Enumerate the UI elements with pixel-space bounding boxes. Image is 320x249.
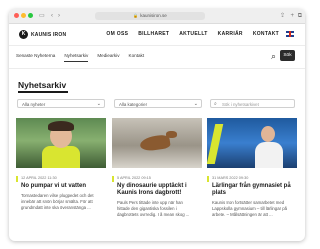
chevron-down-icon: ⌄ [96, 101, 101, 107]
subnav-item-senaste[interactable]: Senaste Nyheterna [16, 53, 55, 62]
news-card[interactable]: 5 APRIL 2022 09:15 Ny dinosaurie upptäck… [112, 118, 202, 241]
menu-item-billharet[interactable]: BILLHARET [138, 31, 169, 37]
filter-bar: Alla nyheter ⌄ Alla kategorier ⌄ ⌕ Sök i ny… [9, 99, 305, 109]
url-text: kaunisiron.se [140, 13, 167, 18]
menu-item-aktuellt[interactable]: AKTUELLT [179, 31, 207, 37]
add-tab-icon[interactable]: + [290, 12, 294, 20]
forward-icon[interactable]: › [58, 12, 60, 20]
chevron-down-icon: ⌄ [193, 101, 198, 107]
news-card-title[interactable]: No pumpar vi ut vatten [16, 180, 106, 190]
dinosaur-head-shape [166, 131, 177, 138]
menu-item-karriar[interactable]: KARRIÄR [218, 31, 243, 37]
person-face [261, 126, 275, 142]
address-bar[interactable]: 🔒 kaunisiron.se [95, 12, 205, 20]
lock-icon: 🔒 [133, 13, 139, 18]
find-button[interactable]: Sök [280, 50, 295, 61]
accent-stripe [207, 124, 224, 164]
news-card-title[interactable]: Ny dinosaurie upptäckt i Kaunis Irons da… [112, 180, 202, 197]
browser-window: ▭ ‹ › 🔒 kaunisiron.se ⇪ + ⧉ K KAUNIS IRON… [9, 9, 305, 241]
subnav-item-kontakt[interactable]: Kontakt [129, 53, 145, 62]
news-card-date: 12 APRIL 2022 11:30 [21, 176, 57, 180]
language-flag-icon[interactable] [286, 31, 294, 37]
news-card-date: 31 MARS 2022 09:30 [212, 176, 249, 180]
news-type-value: Alla nyheter [22, 102, 46, 107]
news-card-excerpt: Tornastedaren vilse plugpedet och det in… [21, 193, 94, 210]
category-value: Alla kategorier [119, 102, 148, 107]
news-type-select[interactable]: Alla nyheter ⌄ [17, 99, 105, 108]
title-underline [18, 91, 68, 93]
subnav-item-nyhetsarkiv[interactable]: Nyhetsarkiv [64, 53, 89, 62]
news-card[interactable]: 31 MARS 2022 09:30 Lärlingar från gymnas… [207, 118, 297, 241]
archive-search-input[interactable]: ⌕ Sök i nyhetsarkivet [210, 99, 295, 108]
person-hair [48, 121, 74, 131]
sidebar-toggle-icon[interactable]: ▭ [39, 12, 45, 20]
news-card-date: 5 APRIL 2022 09:15 [117, 176, 151, 180]
menu-item-kontakt[interactable]: KONTAKT [253, 31, 279, 37]
maximize-window-button[interactable] [28, 13, 33, 18]
category-select[interactable]: Alla kategorier ⌄ [114, 99, 202, 108]
menu-item-om-oss[interactable]: OM OSS [106, 31, 128, 37]
news-card-excerpt: Kaunis Iron fortsätter samarbetet med La… [212, 200, 287, 217]
search-icon: ⌕ [214, 101, 217, 107]
subnav-item-mediearkiv[interactable]: Mediearkiv [97, 53, 119, 62]
logo-text: KAUNIS IRON [31, 31, 67, 38]
news-card[interactable]: 12 APRIL 2022 11:30 No pumpar vi ut vatt… [16, 118, 106, 241]
news-card-image [16, 118, 106, 168]
page-title: Nyhetsarkiv [18, 80, 67, 90]
site-logo[interactable]: K KAUNIS IRON [19, 30, 66, 39]
tab-overview-icon[interactable]: ⧉ [298, 12, 302, 20]
news-card-title[interactable]: Lärlingar från gymnasiet på plats [207, 180, 297, 197]
close-window-button[interactable] [14, 13, 19, 18]
search-icon[interactable]: ⌕ [271, 51, 276, 61]
back-icon[interactable]: ‹ [51, 12, 53, 20]
news-card-excerpt: Pauls Pers tittade inte upp när han hitt… [117, 200, 190, 217]
person-body [255, 142, 283, 168]
share-icon[interactable]: ⇪ [280, 12, 285, 20]
news-card-image [207, 118, 297, 168]
main-navigation: K KAUNIS IRON OM OSS BILLHARET AKTUELLT … [9, 24, 305, 46]
browser-titlebar: ▭ ‹ › 🔒 kaunisiron.se ⇪ + ⧉ [9, 9, 305, 24]
top-menu: OM OSS BILLHARET AKTUELLT KARRIÄR KONTAK… [106, 31, 279, 37]
vest-shape [42, 146, 80, 168]
archive-search-placeholder: Sök i nyhetsarkivet [222, 102, 259, 107]
sub-navigation: Senaste Nyheterna Nyhetsarkiv Mediearkiv… [9, 46, 305, 69]
news-card-image [112, 118, 202, 168]
minimize-window-button[interactable] [21, 13, 26, 18]
logo-icon: K [19, 30, 28, 39]
